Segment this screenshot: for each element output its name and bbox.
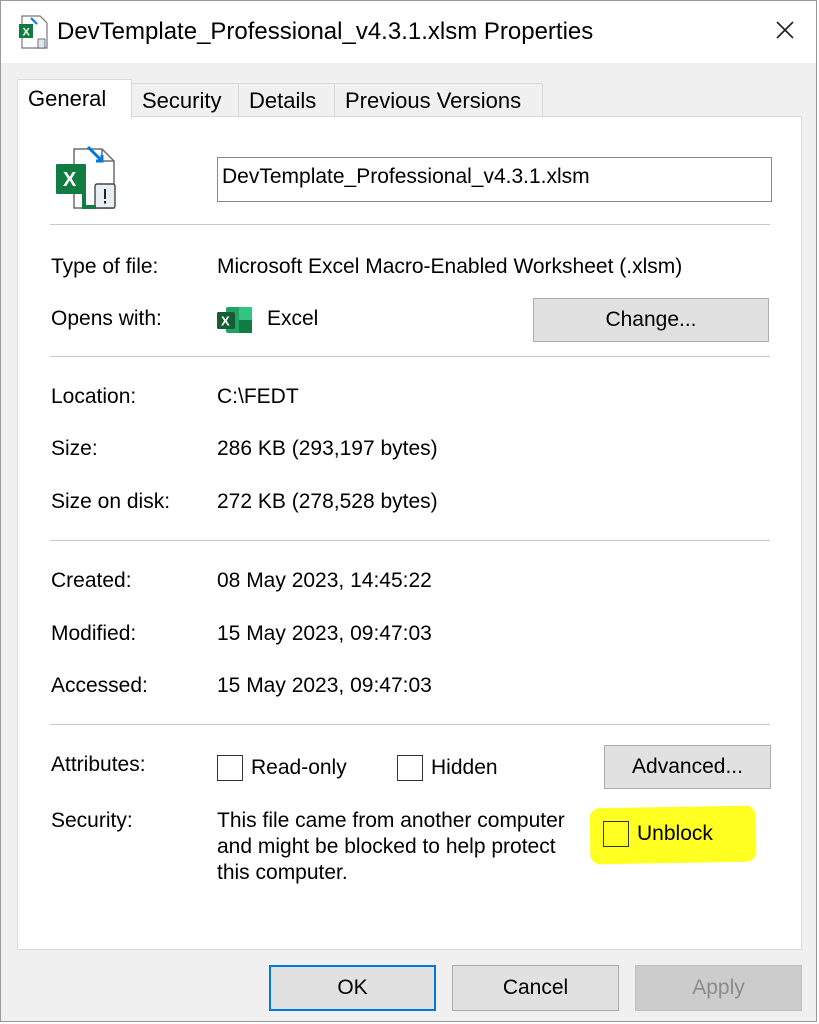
divider <box>50 724 770 725</box>
title-bar: X DevTemplate_Professional_v4.3.1.xlsm P… <box>1 1 816 63</box>
modified-label: Modified: <box>51 622 137 645</box>
svg-text:X: X <box>23 27 31 39</box>
file-name-input[interactable]: DevTemplate_Professional_v4.3.1.xlsm <box>217 157 772 202</box>
unblock-checkbox-box[interactable] <box>603 821 629 847</box>
hidden-checkbox[interactable]: Hidden <box>397 754 498 782</box>
size-on-disk-value: 272 KB (278,528 bytes) <box>217 490 438 513</box>
divider <box>50 540 770 541</box>
created-value: 08 May 2023, 14:45:22 <box>217 569 432 592</box>
size-on-disk-label: Size on disk: <box>51 490 171 513</box>
readonly-label: Read-only <box>251 756 347 779</box>
accessed-label: Accessed: <box>51 674 148 697</box>
excel-macro-file-icon: X <box>54 144 124 214</box>
unblock-checkbox[interactable]: Unblock <box>603 820 713 848</box>
opens-with-value: Excel <box>267 307 319 330</box>
unblock-label: Unblock <box>637 822 713 845</box>
opens-with-label: Opens with: <box>51 307 162 330</box>
close-icon <box>775 20 795 45</box>
tab-security[interactable]: Security <box>131 83 239 117</box>
window-title: DevTemplate_Professional_v4.3.1.xlsm Pro… <box>57 18 594 45</box>
ok-button[interactable]: OK <box>269 965 436 1011</box>
security-label: Security: <box>51 809 133 832</box>
svg-text:X: X <box>221 314 230 329</box>
close-button[interactable] <box>754 1 816 63</box>
tab-details[interactable]: Details <box>238 83 335 117</box>
hidden-label: Hidden <box>431 756 498 779</box>
apply-button[interactable]: Apply <box>635 965 802 1011</box>
modified-value: 15 May 2023, 09:47:03 <box>217 622 432 645</box>
type-value: Microsoft Excel Macro-Enabled Worksheet … <box>217 255 683 278</box>
created-label: Created: <box>51 569 132 592</box>
accessed-value: 15 May 2023, 09:47:03 <box>217 674 432 697</box>
excel-file-icon: X <box>19 15 49 49</box>
location-value: C:\FEDT <box>217 385 299 408</box>
change-button[interactable]: Change... <box>533 298 769 342</box>
svg-text:X: X <box>63 169 77 191</box>
divider <box>50 224 770 225</box>
properties-dialog: X DevTemplate_Professional_v4.3.1.xlsm P… <box>0 0 817 1022</box>
tab-previous-versions[interactable]: Previous Versions <box>334 83 543 117</box>
attributes-label: Attributes: <box>51 753 146 776</box>
hidden-checkbox-box[interactable] <box>397 755 423 781</box>
tab-general[interactable]: General <box>17 79 132 119</box>
readonly-checkbox[interactable]: Read-only <box>217 754 347 782</box>
advanced-button[interactable]: Advanced... <box>604 745 771 789</box>
divider <box>50 356 770 357</box>
cancel-button[interactable]: Cancel <box>452 965 619 1011</box>
type-label: Type of file: <box>51 255 159 278</box>
excel-app-icon: X <box>217 305 253 335</box>
location-label: Location: <box>51 385 137 408</box>
security-message: This file came from another computer and… <box>217 809 565 884</box>
size-value: 286 KB (293,197 bytes) <box>217 437 438 460</box>
size-label: Size: <box>51 437 98 460</box>
general-panel: X DevTemplate_Professional_v4.3.1.xlsm T… <box>17 116 802 950</box>
readonly-checkbox-box[interactable] <box>217 755 243 781</box>
